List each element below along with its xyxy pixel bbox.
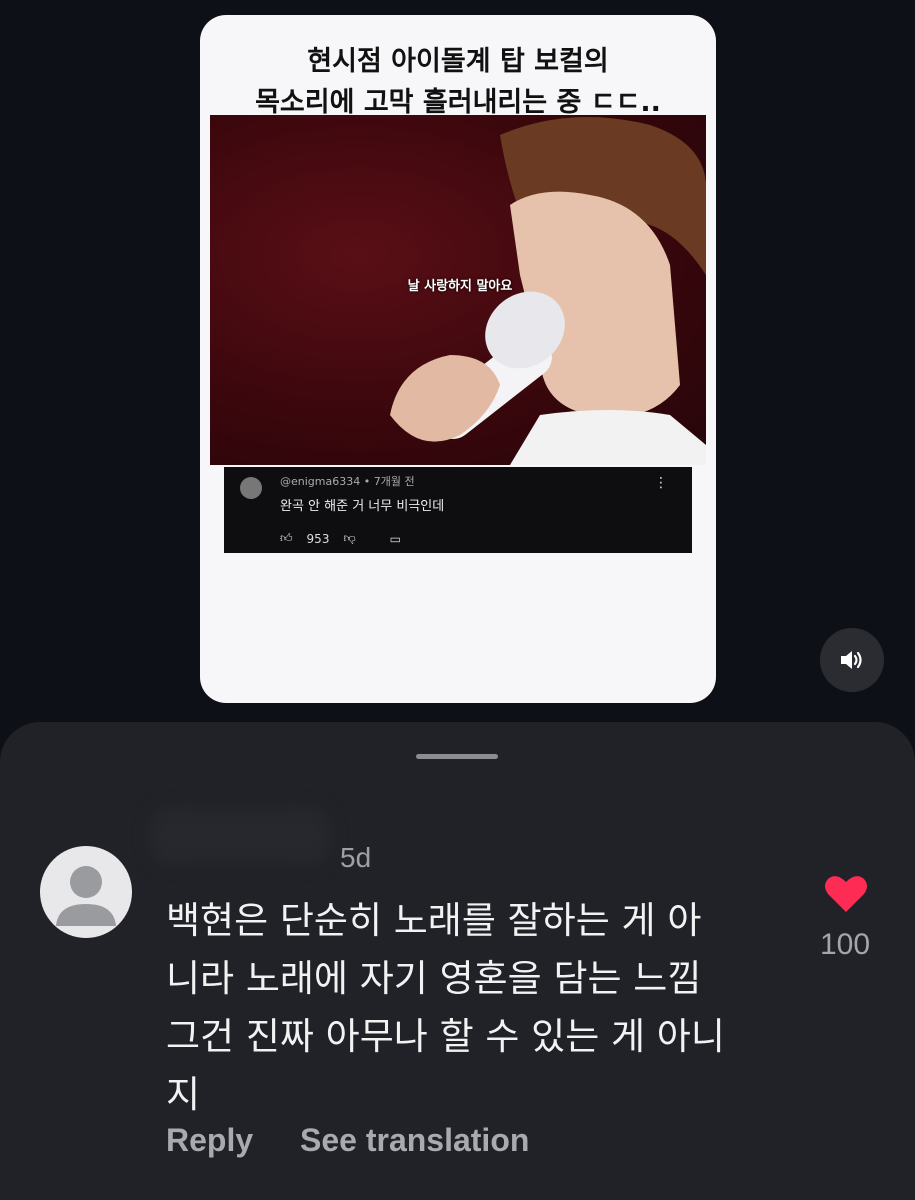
embedded-comment-time: 7개월 전 xyxy=(373,475,415,488)
comments-sheet: 5d 백현은 단순히 노래를 잘하는 게 아 니라 노래에 자기 영혼을 담는 … xyxy=(0,722,915,1200)
post-title-line-1: 현시점 아이돌계 탑 보컬의 xyxy=(307,46,609,77)
more-options-icon: ⋮ xyxy=(654,475,668,491)
speaker-icon xyxy=(841,651,862,669)
reply-icon: ▭ xyxy=(389,531,401,546)
drag-handle[interactable] xyxy=(416,754,498,759)
post-title: 현시점 아이돌계 탑 보컬의 목소리에 고막 흘러내리는 중 ㄷㄷ.. xyxy=(200,41,716,123)
comment-line-2: 니라 노래에 자기 영혼을 담는 느낌 xyxy=(166,957,702,1000)
embedded-comment-actions: 👍︎ 953 👎︎ ▭ xyxy=(280,531,401,546)
comment-timestamp: 5d xyxy=(340,842,372,873)
see-translation-button[interactable]: See translation xyxy=(300,1122,529,1159)
comment-line-1: 백현은 단순히 노래를 잘하는 게 아 xyxy=(166,899,702,942)
post-card: 현시점 아이돌계 탑 보컬의 목소리에 고막 흘러내리는 중 ㄷㄷ.. 날 사랑… xyxy=(200,15,716,703)
embedded-youtube-comment: @enigma6334 • 7개월 전 ⋮ 완곡 안 해준 거 너무 비극인데 … xyxy=(224,467,692,553)
blurred-username xyxy=(150,808,330,864)
reply-button[interactable]: Reply xyxy=(166,1122,253,1159)
comment-line-3: 그건 진짜 아무나 할 수 있는 게 아니 xyxy=(166,1015,725,1058)
embedded-comment-username: @enigma6334 xyxy=(280,475,361,488)
comment-text: 백현은 단순히 노래를 잘하는 게 아 니라 노래에 자기 영혼을 담는 느낌 … xyxy=(166,892,766,1124)
embedded-comment-likes: 953 xyxy=(306,531,330,546)
avatar[interactable] xyxy=(40,846,132,938)
embedded-comment-meta: @enigma6334 • 7개월 전 xyxy=(280,475,415,488)
embedded-comment-text: 완곡 안 해준 거 너무 비극인데 xyxy=(280,499,445,514)
heart-icon[interactable] xyxy=(824,874,868,914)
default-avatar-icon xyxy=(56,866,116,926)
like-count: 100 xyxy=(819,928,871,961)
video-subtitle: 날 사랑하지 말아요 xyxy=(407,279,513,294)
video-area[interactable]: 현시점 아이돌계 탑 보컬의 목소리에 고막 흘러내리는 중 ㄷㄷ.. 날 사랑… xyxy=(0,0,915,740)
commenter-avatar xyxy=(240,477,262,499)
comment-line-4: 지 xyxy=(166,1073,201,1116)
sound-toggle-button[interactable] xyxy=(820,628,884,692)
video-frame: 날 사랑하지 말아요 xyxy=(210,115,706,465)
thumbs-down-icon: 👎︎ xyxy=(343,531,356,545)
thumbs-up-icon: 👍︎ xyxy=(280,531,293,545)
